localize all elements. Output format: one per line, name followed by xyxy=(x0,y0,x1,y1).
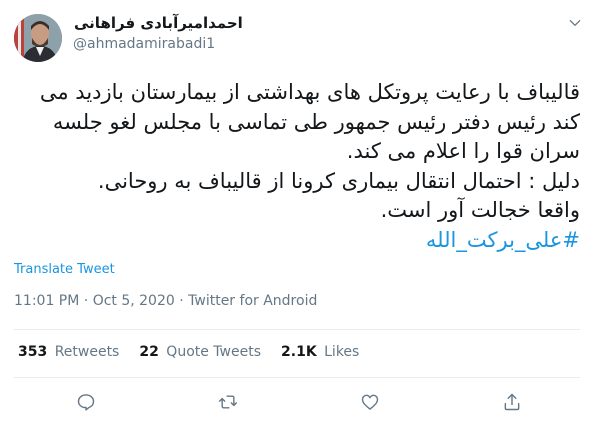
divider xyxy=(14,377,580,378)
tweet-stats: 353 Retweets 22 Quote Tweets 2.1K Likes xyxy=(18,344,359,360)
tweet-line: سران قوا را اعلام می کند. xyxy=(346,139,580,163)
author-handle[interactable]: @ahmadamirabadi1 xyxy=(73,36,215,52)
tweet-source[interactable]: Twitter for Android xyxy=(188,293,317,309)
quote-tweets-label: Quote Tweets xyxy=(166,344,262,360)
tweet-time[interactable]: 11:01 PM xyxy=(14,293,79,309)
tweet-line: واقعا خجالت آور است. xyxy=(380,198,580,222)
share-icon[interactable] xyxy=(500,390,524,414)
tweet-text: قالیباف با رعایت پروتکل های بهداشتی از ب… xyxy=(14,78,580,255)
likes-label: Likes xyxy=(324,344,360,360)
avatar[interactable] xyxy=(14,14,62,62)
retweets-count: 353 xyxy=(18,344,48,360)
author-name[interactable]: احمدامیرآبادی فراهانی xyxy=(74,14,243,32)
tweet-meta: 11:01 PM · Oct 5, 2020 · Twitter for And… xyxy=(14,293,317,309)
tweet-date[interactable]: Oct 5, 2020 xyxy=(93,293,175,309)
tweet-line: دلیل : احتمال انتقال بیماری کرونا از قال… xyxy=(97,168,580,193)
quote-tweets-stat[interactable]: 22 Quote Tweets xyxy=(139,344,261,360)
hashtag-link[interactable]: #علی_برکت_الله xyxy=(14,226,580,256)
likes-count: 2.1K xyxy=(281,344,317,360)
meta-separator: · xyxy=(83,293,89,309)
heart-icon[interactable] xyxy=(358,390,382,414)
reply-icon[interactable] xyxy=(74,390,98,414)
tweet-actions xyxy=(0,390,595,414)
tweet-line: کند رئیس دفتر رئیس جمهور طی تماسی با مجل… xyxy=(52,109,580,134)
meta-separator: · xyxy=(179,293,184,309)
tweet-line: قالیباف با رعایت پروتکل های بهداشتی از ب… xyxy=(39,80,580,104)
quote-tweets-count: 22 xyxy=(139,344,159,360)
retweets-stat[interactable]: 353 Retweets xyxy=(18,344,119,360)
retweet-icon[interactable] xyxy=(216,390,240,414)
likes-stat[interactable]: 2.1K Likes xyxy=(281,344,359,360)
translate-tweet-link[interactable]: Translate Tweet xyxy=(14,262,115,277)
divider xyxy=(14,329,580,330)
chevron-down-icon[interactable] xyxy=(566,14,584,32)
retweets-label: Retweets xyxy=(54,344,120,360)
